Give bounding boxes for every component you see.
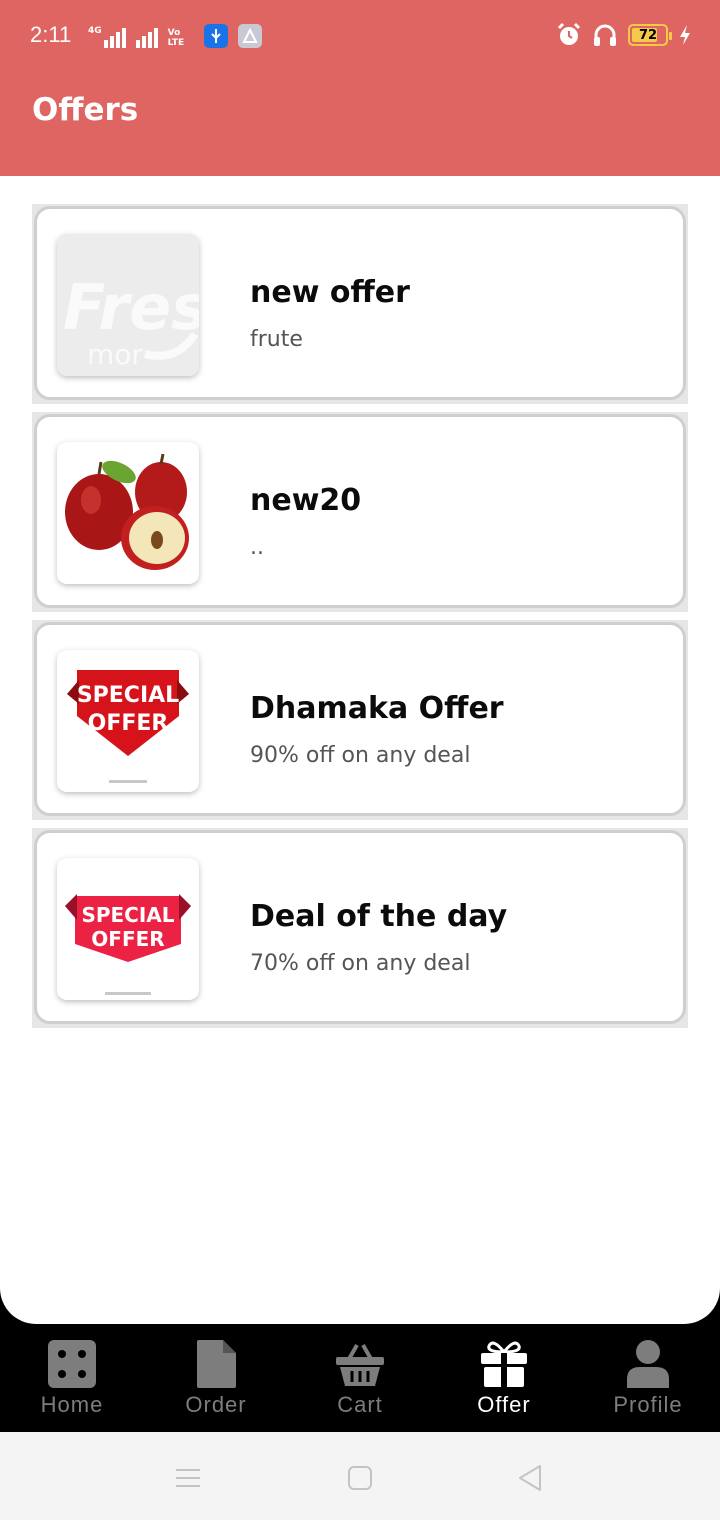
battery-level: 72 xyxy=(638,27,658,43)
status-left-icons: 4G Vo LTE xyxy=(88,22,262,48)
special-offer-text: SPECIAL xyxy=(77,683,179,708)
offer-card[interactable]: new20 .. xyxy=(32,412,688,612)
nav-label: Order xyxy=(185,1392,247,1417)
usb-icon xyxy=(203,24,228,48)
home-square-icon[interactable] xyxy=(344,1462,376,1494)
offer-card-body: SPECIAL OFFER Deal of the day 70% off on… xyxy=(34,830,686,1024)
offer-image-special-offer-banner: SPECIAL OFFER xyxy=(57,858,199,1000)
nav-label: Profile xyxy=(613,1392,683,1417)
app-notification-icon xyxy=(237,24,262,48)
offer-title: new20 xyxy=(250,483,362,518)
offer-image-freshmor-logo: Fresh mor xyxy=(57,234,199,376)
dashboard-icon xyxy=(46,1338,98,1390)
offer-image-apples-photo xyxy=(57,442,199,584)
app-screen: 2:11 4G Vo LTE 72 Offers Fre mor new off… xyxy=(0,0,720,1520)
special-offer-text: OFFER xyxy=(91,927,164,951)
offer-title: new offer xyxy=(250,275,410,310)
basket-icon xyxy=(334,1338,386,1390)
person-icon xyxy=(622,1338,674,1390)
nav-label: Home xyxy=(40,1392,104,1417)
nav-label: Cart xyxy=(337,1392,383,1417)
offer-title: Dhamaka Offer xyxy=(250,691,504,726)
gift-icon xyxy=(478,1338,530,1390)
app-header: 2:11 4G Vo LTE 72 Offers xyxy=(0,0,720,176)
nav-item-order[interactable]: Order xyxy=(144,1324,288,1432)
offer-list: Fresh mor new offer frute xyxy=(32,204,688,1036)
menu-icon[interactable] xyxy=(172,1462,204,1494)
offer-card[interactable]: SPECIAL OFFER Dhamaka Offer 90% off on a… xyxy=(32,620,688,820)
charging-icon xyxy=(680,25,690,45)
offer-card[interactable]: Fresh mor new offer frute xyxy=(32,204,688,404)
offer-description: frute xyxy=(250,327,303,352)
battery-icon: 72 xyxy=(628,24,672,46)
nav-item-profile[interactable]: Profile xyxy=(576,1324,720,1432)
offer-card-body: Fresh mor new offer frute xyxy=(34,206,686,400)
nav-item-home[interactable]: Home xyxy=(0,1324,144,1432)
alarm-icon xyxy=(557,22,581,45)
offer-card[interactable]: SPECIAL OFFER Deal of the day 70% off on… xyxy=(32,828,688,1028)
nav-item-offer[interactable]: Offer xyxy=(432,1324,576,1432)
offers-content: Fresh mor new offer frute xyxy=(0,176,720,1324)
headphones-icon xyxy=(594,24,616,46)
nav-item-cart[interactable]: Cart xyxy=(288,1324,432,1432)
special-offer-text: SPECIAL xyxy=(81,903,174,927)
status-bar: 2:11 4G Vo LTE 72 xyxy=(0,0,720,72)
offer-card-body: new20 .. xyxy=(34,414,686,608)
offer-image-special-offer-banner: SPECIAL OFFER xyxy=(57,650,199,792)
document-icon xyxy=(190,1338,242,1390)
volte-icon: Vo LTE xyxy=(167,28,185,48)
freshmor-logo-text: Fresh xyxy=(63,271,199,344)
offer-description: 70% off on any deal xyxy=(250,951,471,976)
bottom-navigation: Home Order Cart Offer Profile xyxy=(0,1324,720,1432)
offer-title: Deal of the day xyxy=(250,899,508,934)
freshmor-logo-subtext: mor xyxy=(87,338,143,371)
status-time: 2:11 xyxy=(30,22,72,47)
special-offer-text: OFFER xyxy=(88,711,169,736)
network-tag: 4G xyxy=(88,26,102,36)
signal-icon: 4G xyxy=(88,26,126,48)
offer-description: .. xyxy=(250,535,264,560)
page-title: Offers xyxy=(32,92,139,128)
offer-description: 90% off on any deal xyxy=(250,743,471,768)
back-triangle-icon[interactable] xyxy=(514,1462,546,1494)
status-right-icons: 72 xyxy=(556,22,692,48)
signal-icon xyxy=(135,26,158,48)
system-navigation-bar xyxy=(0,1432,720,1520)
offer-card-body: SPECIAL OFFER Dhamaka Offer 90% off on a… xyxy=(34,622,686,816)
nav-label: Offer xyxy=(477,1392,531,1417)
